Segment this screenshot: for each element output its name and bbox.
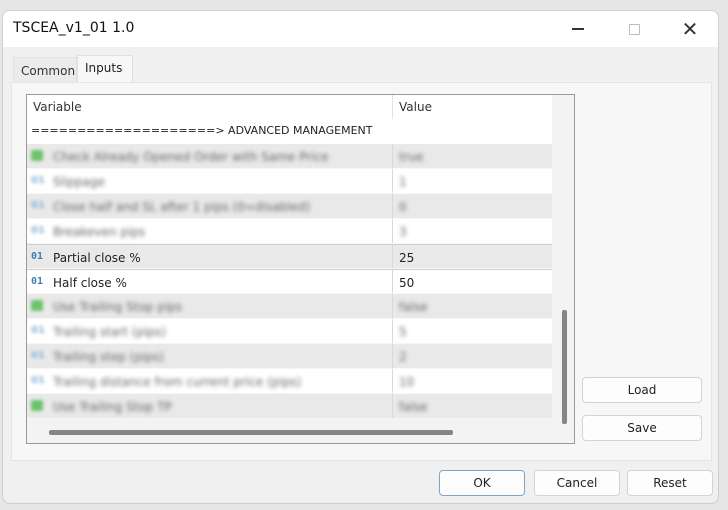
variable-name: Close half and SL after 1 pips (0=disabl… [53, 200, 311, 214]
int-icon: 01 [31, 251, 44, 262]
section-label: ====================> ADVANCED MANAGEMEN… [31, 124, 373, 137]
int-icon: 01 [31, 225, 45, 236]
variable-value[interactable]: 3 [399, 225, 407, 239]
column-divider [392, 369, 393, 393]
column-divider [392, 294, 393, 318]
column-divider [392, 270, 393, 293]
cancel-button[interactable]: Cancel [534, 470, 620, 496]
maximize-icon [628, 23, 640, 35]
variable-name: Check Already Opened Order with Same Pri… [53, 150, 329, 164]
variable-value[interactable]: 5 [399, 325, 407, 339]
column-divider [392, 219, 393, 243]
variable-name: Partial close % [53, 251, 141, 265]
load-button[interactable]: Load [582, 377, 702, 403]
inputs-panel: Variable Value ====================> ADV… [11, 82, 712, 461]
vertical-scrollbar[interactable] [562, 310, 567, 424]
bool-icon [31, 400, 43, 411]
int-icon: 01 [31, 325, 45, 336]
input-row[interactable]: 01 Close half and SL after 1 pips (0=disa… [27, 194, 552, 219]
maximize-button[interactable] [611, 11, 657, 47]
input-row[interactable]: 01 Breakeven pips 3 [27, 219, 552, 244]
input-row[interactable]: Check Already Opened Order with Same Pri… [27, 144, 552, 169]
column-divider [392, 144, 393, 168]
int-icon: 01 [31, 175, 45, 186]
ok-button[interactable]: OK [439, 470, 525, 496]
variable-value[interactable]: 25 [399, 251, 414, 265]
close-icon: ✕ [681, 17, 699, 41]
column-divider [392, 344, 393, 368]
input-row[interactable]: 01 Half close % 50 [27, 269, 552, 294]
window-title: TSCEA_v1_01 1.0 [13, 20, 135, 36]
tab-common[interactable]: Common [13, 57, 77, 83]
variable-value[interactable]: 2 [399, 350, 407, 364]
input-row[interactable]: 01 Trailing step (pips) 2 [27, 344, 552, 369]
int-icon: 01 [31, 375, 45, 386]
column-divider [392, 194, 393, 218]
int-icon: 01 [31, 200, 45, 211]
variable-value[interactable]: false [399, 400, 428, 414]
column-divider [392, 319, 393, 343]
variable-name: Use Trailing Stop pips [53, 300, 183, 314]
variable-name: Trailing distance from current price (pi… [53, 375, 302, 389]
variable-value[interactable]: 10 [399, 375, 414, 389]
column-divider [392, 245, 393, 268]
inputs-grid[interactable]: Variable Value ====================> ADV… [26, 94, 575, 444]
tab-inputs[interactable]: Inputs [77, 55, 133, 83]
input-row[interactable]: 01 Trailing start (pips) 5 [27, 319, 552, 344]
variable-name: Breakeven pips [53, 225, 146, 239]
header-value[interactable]: Value [399, 100, 432, 114]
minimize-icon [572, 28, 584, 30]
variable-value[interactable]: 0 [399, 200, 407, 214]
input-row[interactable]: 01 Partial close % 25 [27, 244, 552, 269]
variable-name: Use Trailing Stop TP [53, 400, 172, 414]
grid-header: Variable Value [27, 95, 552, 119]
save-button[interactable]: Save [582, 415, 702, 441]
reset-button[interactable]: Reset [627, 470, 713, 496]
column-divider [392, 394, 393, 418]
variable-name: Half close % [53, 276, 127, 290]
minimize-button[interactable] [555, 11, 601, 47]
input-row[interactable]: Use Trailing Stop TP false [27, 394, 552, 419]
int-icon: 01 [31, 276, 44, 287]
header-variable[interactable]: Variable [33, 100, 82, 114]
bool-icon [31, 150, 43, 161]
variable-name: Trailing step (pips) [53, 350, 164, 364]
input-row[interactable]: 01 Slippage 1 [27, 169, 552, 194]
variable-value[interactable]: 1 [399, 175, 407, 189]
input-row[interactable]: 01 Trailing distance from current price (… [27, 369, 552, 394]
variable-name: Trailing start (pips) [53, 325, 166, 339]
input-row[interactable]: Use Trailing Stop pips false [27, 294, 552, 319]
int-icon: 01 [31, 350, 45, 361]
variable-name: Slippage [53, 175, 105, 189]
title-bar[interactable]: TSCEA_v1_01 1.0 ✕ [3, 11, 718, 47]
variable-value[interactable]: true [399, 150, 424, 164]
variable-value[interactable]: 50 [399, 276, 414, 290]
variable-value[interactable]: false [399, 300, 428, 314]
bool-icon [31, 300, 43, 311]
section-header-row[interactable]: ====================> ADVANCED MANAGEMEN… [27, 119, 552, 144]
horizontal-scrollbar[interactable] [49, 430, 453, 435]
column-divider [392, 169, 393, 193]
close-button[interactable]: ✕ [667, 11, 713, 47]
dialog-window: TSCEA_v1_01 1.0 ✕ Common Inputs Variable… [2, 10, 719, 504]
